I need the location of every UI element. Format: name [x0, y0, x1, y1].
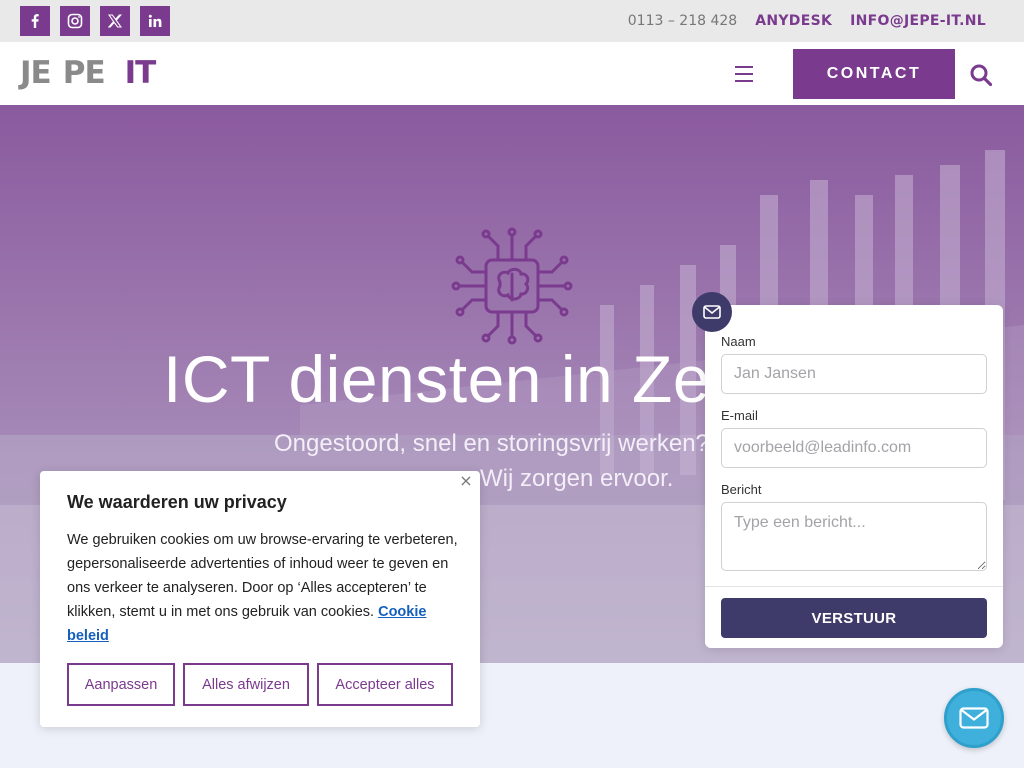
message-label: Bericht [721, 482, 762, 497]
chat-launcher-button[interactable] [944, 688, 1004, 748]
linkedin-icon[interactable] [140, 6, 170, 36]
cookie-consent-dialog: × We waarderen uw privacy We gebruiken c… [40, 471, 480, 727]
envelope-icon [959, 707, 989, 729]
cookie-text: We gebruiken cookies om uw browse-ervari… [67, 528, 462, 648]
mail-icon [692, 292, 732, 332]
submit-button[interactable]: VERSTUUR [721, 598, 987, 638]
logo-part: PE [62, 55, 106, 91]
accept-all-button[interactable]: Accepteer alles [317, 663, 453, 706]
cookie-title: We waarderen uw privacy [67, 492, 287, 512]
contact-form: Naam E-mail Bericht VERSTUUR [705, 305, 1003, 648]
instagram-icon[interactable] [60, 6, 90, 36]
message-field[interactable] [721, 502, 987, 571]
name-field[interactable] [721, 354, 987, 394]
logo[interactable]: JE PE IT [20, 55, 157, 91]
close-icon[interactable]: × [458, 473, 474, 489]
name-label: Naam [721, 334, 756, 349]
email-link[interactable]: INFO@JEPE-IT.NL [850, 13, 986, 29]
contact-button[interactable]: CONTACT [793, 49, 955, 99]
email-label: E-mail [721, 408, 758, 423]
hero-subtitle: Wij zorgen ervoor. [480, 465, 674, 492]
anydesk-link[interactable]: ANYDESK [755, 13, 832, 29]
site-header: JE PE IT CONTACT [0, 42, 1024, 105]
facebook-icon[interactable] [20, 6, 50, 36]
email-field[interactable] [721, 428, 987, 468]
ai-chip-icon [451, 227, 573, 345]
top-bar: 0113 – 218 428 ANYDESK INFO@JEPE-IT.NL [0, 0, 1024, 42]
logo-part: IT [124, 55, 157, 91]
hamburger-menu-icon[interactable] [735, 66, 753, 82]
search-icon[interactable] [970, 64, 993, 87]
phone-link[interactable]: 0113 – 218 428 [628, 13, 737, 29]
x-twitter-icon[interactable] [100, 6, 130, 36]
customize-button[interactable]: Aanpassen [67, 663, 175, 706]
logo-part: JE [20, 55, 52, 91]
topbar-links: 0113 – 218 428 ANYDESK INFO@JEPE-IT.NL [628, 0, 986, 42]
divider [705, 586, 1003, 587]
hero-subtitle: Ongestoord, snel en storingsvrij werken? [274, 430, 709, 457]
reject-all-button[interactable]: Alles afwijzen [183, 663, 309, 706]
